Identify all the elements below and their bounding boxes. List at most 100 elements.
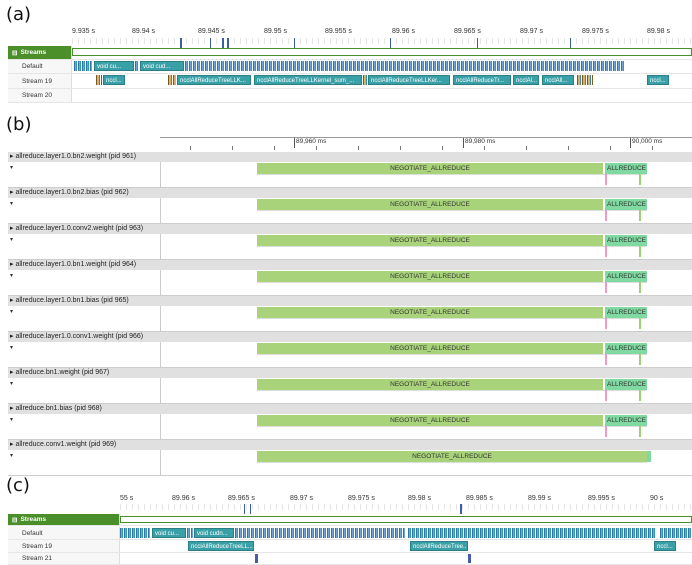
panel-b-ruler[interactable]: 89,960 ms 89,980 ms 90,000 ms	[160, 137, 692, 151]
horovod-timeline: 89,960 ms 89,980 ms 90,000 ms ▸ allreduc…	[8, 137, 692, 476]
stream20-row[interactable]: Stream 20	[8, 89, 692, 103]
allreduce-span[interactable]: ALLREDUCE	[605, 379, 647, 390]
process-track[interactable]: ▾ NEGOTIATE_ALLREDUCE ALLREDUCE	[8, 414, 692, 440]
tick-label: 89.985 s	[466, 495, 493, 502]
process-header[interactable]: ▸ allreduce.layer1.0.bn1.weight (pid 964…	[8, 260, 692, 270]
allreduce-span[interactable]	[647, 451, 651, 462]
kernel-block[interactable]: nccl...	[647, 75, 669, 85]
process-header[interactable]: ▸ allreduce.layer1.0.bn2.weight (pid 961…	[8, 152, 692, 162]
process-header[interactable]: ▸ allreduce.bn1.weight (pid 967)	[8, 368, 692, 378]
collapse-icon[interactable]: ⊟	[12, 49, 17, 57]
process-header[interactable]: ▸ allreduce.bn1.bias (pid 968)	[8, 404, 692, 414]
process-header[interactable]: ▸ allreduce.layer1.0.conv2.weight (pid 9…	[8, 224, 692, 234]
streams-header[interactable]: ⊟ Streams	[8, 514, 120, 525]
stream19-row-label: Stream 19	[8, 74, 72, 88]
activity-marker	[639, 426, 641, 437]
negotiate-allreduce-span[interactable]: NEGOTIATE_ALLREDUCE	[257, 163, 603, 174]
activity-marker	[605, 354, 607, 365]
kernel-block[interactable]: ncclAllReduceTreeLLKernel_sum_...	[254, 75, 362, 85]
negotiate-allreduce-span[interactable]: NEGOTIATE_ALLREDUCE	[257, 379, 603, 390]
kernel-block[interactable]: ncclAllReduceTreeLLK...	[177, 75, 251, 85]
stream21-row[interactable]: Stream 21	[8, 553, 692, 565]
process-header[interactable]: ▸ allreduce.conv1.weight (pid 969)	[8, 440, 692, 450]
process-header[interactable]: ▸ allreduce.layer1.0.conv1.weight (pid 9…	[8, 332, 692, 342]
process-track[interactable]: ▾ NEGOTIATE_ALLREDUCE ALLREDUCE	[8, 162, 692, 188]
process-track[interactable]: ▾ NEGOTIATE_ALLREDUCE	[8, 450, 692, 476]
activity-marker	[639, 354, 641, 365]
caret-icon[interactable]: ▾	[10, 416, 13, 423]
tick-label: 89.98 s	[647, 28, 670, 35]
negotiate-allreduce-span[interactable]: NEGOTIATE_ALLREDUCE	[257, 271, 603, 282]
caret-icon[interactable]: ▾	[10, 236, 13, 243]
stream19-row[interactable]: Stream 19 nccl... ncclAllReduceTreeLLK..…	[8, 74, 692, 89]
panel-b-label: (b)	[6, 114, 32, 135]
kernel-block[interactable]: void cu...	[94, 61, 134, 71]
default-row[interactable]: Default void cu... void cud...	[8, 60, 692, 74]
process-track[interactable]: ▾ NEGOTIATE_ALLREDUCE ALLREDUCE	[8, 342, 692, 368]
kernel-block[interactable]: ncclAl...	[513, 75, 539, 85]
caret-icon[interactable]: ▾	[10, 272, 13, 279]
caret-icon[interactable]: ▾	[10, 200, 13, 207]
process-track[interactable]: ▾ NEGOTIATE_ALLREDUCE ALLREDUCE	[8, 378, 692, 404]
allreduce-span[interactable]: ALLREDUCE	[605, 199, 647, 210]
streams-row[interactable]: ⊟ Streams	[8, 504, 692, 526]
caret-icon[interactable]: ▾	[10, 380, 13, 387]
kernel-block[interactable]: void cudn...	[194, 528, 234, 538]
negotiate-allreduce-span[interactable]: NEGOTIATE_ALLREDUCE	[257, 343, 603, 354]
caret-icon[interactable]: ▾	[10, 164, 13, 171]
process-track[interactable]: ▾ NEGOTIATE_ALLREDUCE ALLREDUCE	[8, 306, 692, 332]
tick-label: 89.955 s	[325, 28, 352, 35]
process-name: allreduce.layer1.0.bn2.bias (pid 962)	[15, 189, 129, 196]
streams-row[interactable]: ⊟ Streams	[8, 38, 692, 60]
stream20-row-label: Stream 20	[8, 89, 72, 102]
activity-marker	[639, 390, 641, 401]
allreduce-span[interactable]: ALLREDUCE	[605, 163, 647, 174]
activity-marker	[605, 210, 607, 221]
process-header[interactable]: ▸ allreduce.layer1.0.bn2.bias (pid 962)	[8, 188, 692, 198]
caret-icon[interactable]: ▾	[10, 308, 13, 315]
stream19-row[interactable]: Stream 19 ncclAllReduceTreeLL... ncclAll…	[8, 540, 692, 553]
negotiate-allreduce-span[interactable]: NEGOTIATE_ALLREDUCE	[257, 415, 603, 426]
tick-label: 89.97 s	[520, 28, 543, 35]
allreduce-span[interactable]: ALLREDUCE	[605, 343, 647, 354]
collapse-icon[interactable]: ⊟	[12, 516, 17, 524]
negotiate-allreduce-span[interactable]: NEGOTIATE_ALLREDUCE	[257, 199, 603, 210]
process-name: allreduce.layer1.0.conv2.weight (pid 963…	[15, 225, 144, 232]
default-row-label: Default	[8, 60, 72, 73]
tick-label: 89.95 s	[264, 28, 287, 35]
process-header[interactable]: ▸ allreduce.layer1.0.bn1.bias (pid 965)	[8, 296, 692, 306]
tick-label: 90 s	[650, 495, 664, 502]
process-track[interactable]: ▾ NEGOTIATE_ALLREDUCE ALLREDUCE	[8, 234, 692, 260]
allreduce-span[interactable]: ALLREDUCE	[605, 415, 647, 426]
tick-label: 89.945 s	[198, 28, 225, 35]
process-track[interactable]: ▾ NEGOTIATE_ALLREDUCE ALLREDUCE	[8, 270, 692, 296]
negotiate-allreduce-span[interactable]: NEGOTIATE_ALLREDUCE	[257, 235, 603, 246]
default-row-label: Default	[8, 527, 120, 539]
negotiate-allreduce-span[interactable]: NEGOTIATE_ALLREDUCE	[257, 451, 647, 462]
kernel-block[interactable]: ncclAllReduceTr...	[453, 75, 511, 85]
kernel-block[interactable]: ncclAllReduceTreeLL...	[188, 541, 254, 551]
kernel-block[interactable]: void cu...	[152, 528, 186, 538]
tick-label: 55 s	[120, 495, 134, 502]
caret-icon[interactable]: ▾	[10, 452, 13, 459]
default-row[interactable]: Default void cu... void cudn...	[8, 527, 692, 540]
kernel-block[interactable]: nccl...	[654, 541, 676, 551]
negotiate-allreduce-span[interactable]: NEGOTIATE_ALLREDUCE	[257, 307, 603, 318]
kernel-block[interactable]: ncclAllReduceTreeLLKer...	[368, 75, 450, 85]
panel-a-ruler[interactable]: 9.935 s 89.94 s 89.945 s 89.95 s 89.955 …	[72, 28, 692, 46]
kernel-block[interactable]: ncclAllReduceTree...	[410, 541, 468, 551]
streams-header[interactable]: ⊟ Streams	[8, 46, 72, 59]
kernel-block[interactable]: nccl...	[103, 75, 125, 85]
process-name: allreduce.layer1.0.bn2.weight (pid 961)	[15, 153, 137, 160]
caret-icon[interactable]: ▾	[10, 344, 13, 351]
allreduce-span[interactable]: ALLREDUCE	[605, 271, 647, 282]
panel-c-ruler[interactable]: 55 s 89.96 s 89.965 s 89.97 s 89.975 s 8…	[120, 495, 692, 511]
tick-label: 89.965 s	[228, 495, 255, 502]
allreduce-span[interactable]: ALLREDUCE	[605, 235, 647, 246]
activity-marker	[639, 210, 641, 221]
kernel-block[interactable]: void cud...	[140, 61, 184, 71]
process-track[interactable]: ▾ NEGOTIATE_ALLREDUCE ALLREDUCE	[8, 198, 692, 224]
allreduce-span[interactable]: ALLREDUCE	[605, 307, 647, 318]
tick-label: 89.975 s	[348, 495, 375, 502]
kernel-block[interactable]: ncclAll...	[542, 75, 574, 85]
